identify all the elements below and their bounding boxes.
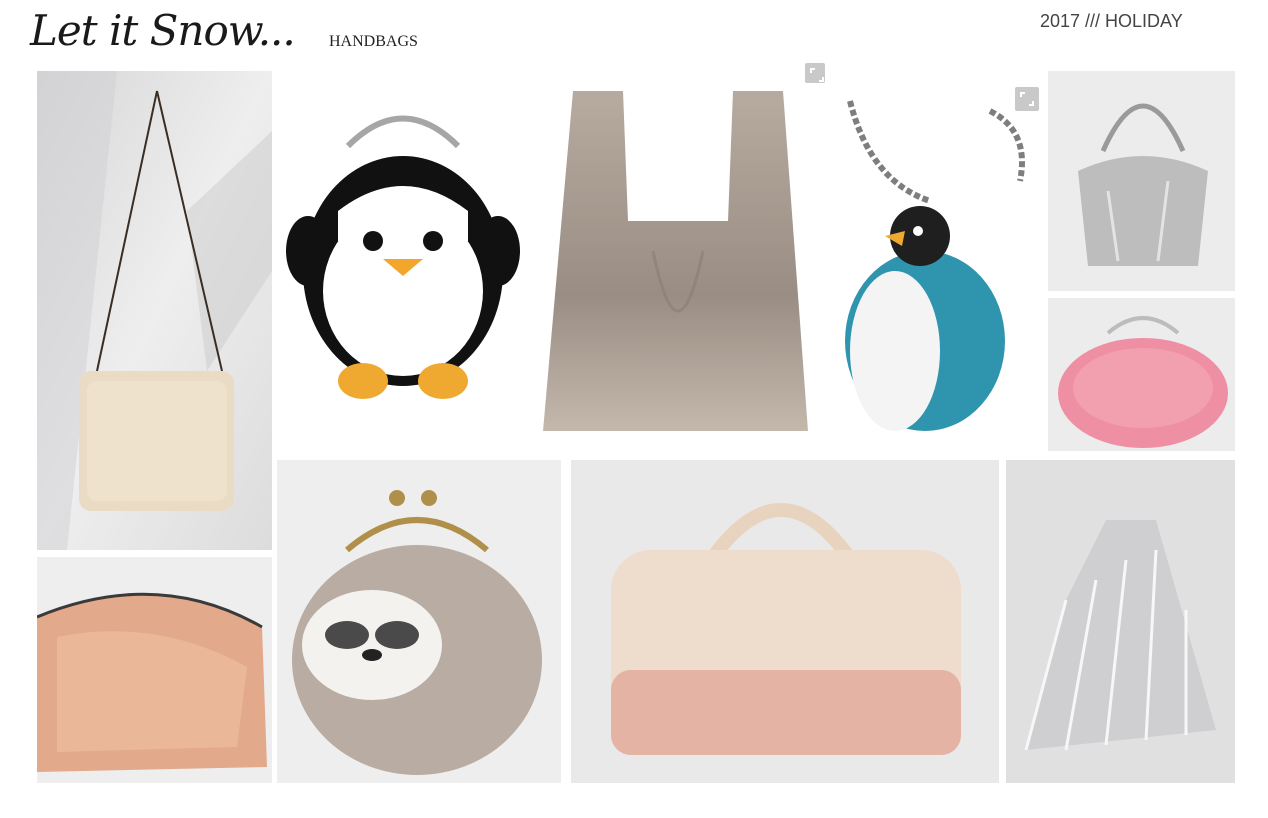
board-subtitle: HANDBAGS bbox=[329, 33, 418, 50]
faux-fur-tote-image[interactable] bbox=[533, 71, 823, 454]
silver-pleated-bag-image[interactable] bbox=[1006, 460, 1235, 783]
silver-bucket-bag-image[interactable] bbox=[1048, 71, 1235, 291]
sloth-felt-purse-image[interactable] bbox=[277, 460, 561, 783]
expand-icon[interactable] bbox=[805, 63, 825, 83]
penguin-chain-wallet-image[interactable] bbox=[830, 71, 1042, 454]
sequin-duffel-bag-image[interactable] bbox=[571, 460, 999, 783]
expand-icon[interactable] bbox=[1015, 87, 1039, 111]
penguin-coin-purse-image[interactable] bbox=[278, 71, 528, 454]
board-title: Let it Snow... bbox=[30, 6, 296, 55]
season-label: 2017 /// HOLIDAY bbox=[1040, 11, 1183, 31]
shearling-chain-bag-image[interactable] bbox=[37, 71, 272, 550]
rose-gold-clutch-image[interactable] bbox=[37, 557, 272, 783]
pink-fur-purse-image[interactable] bbox=[1048, 298, 1235, 451]
